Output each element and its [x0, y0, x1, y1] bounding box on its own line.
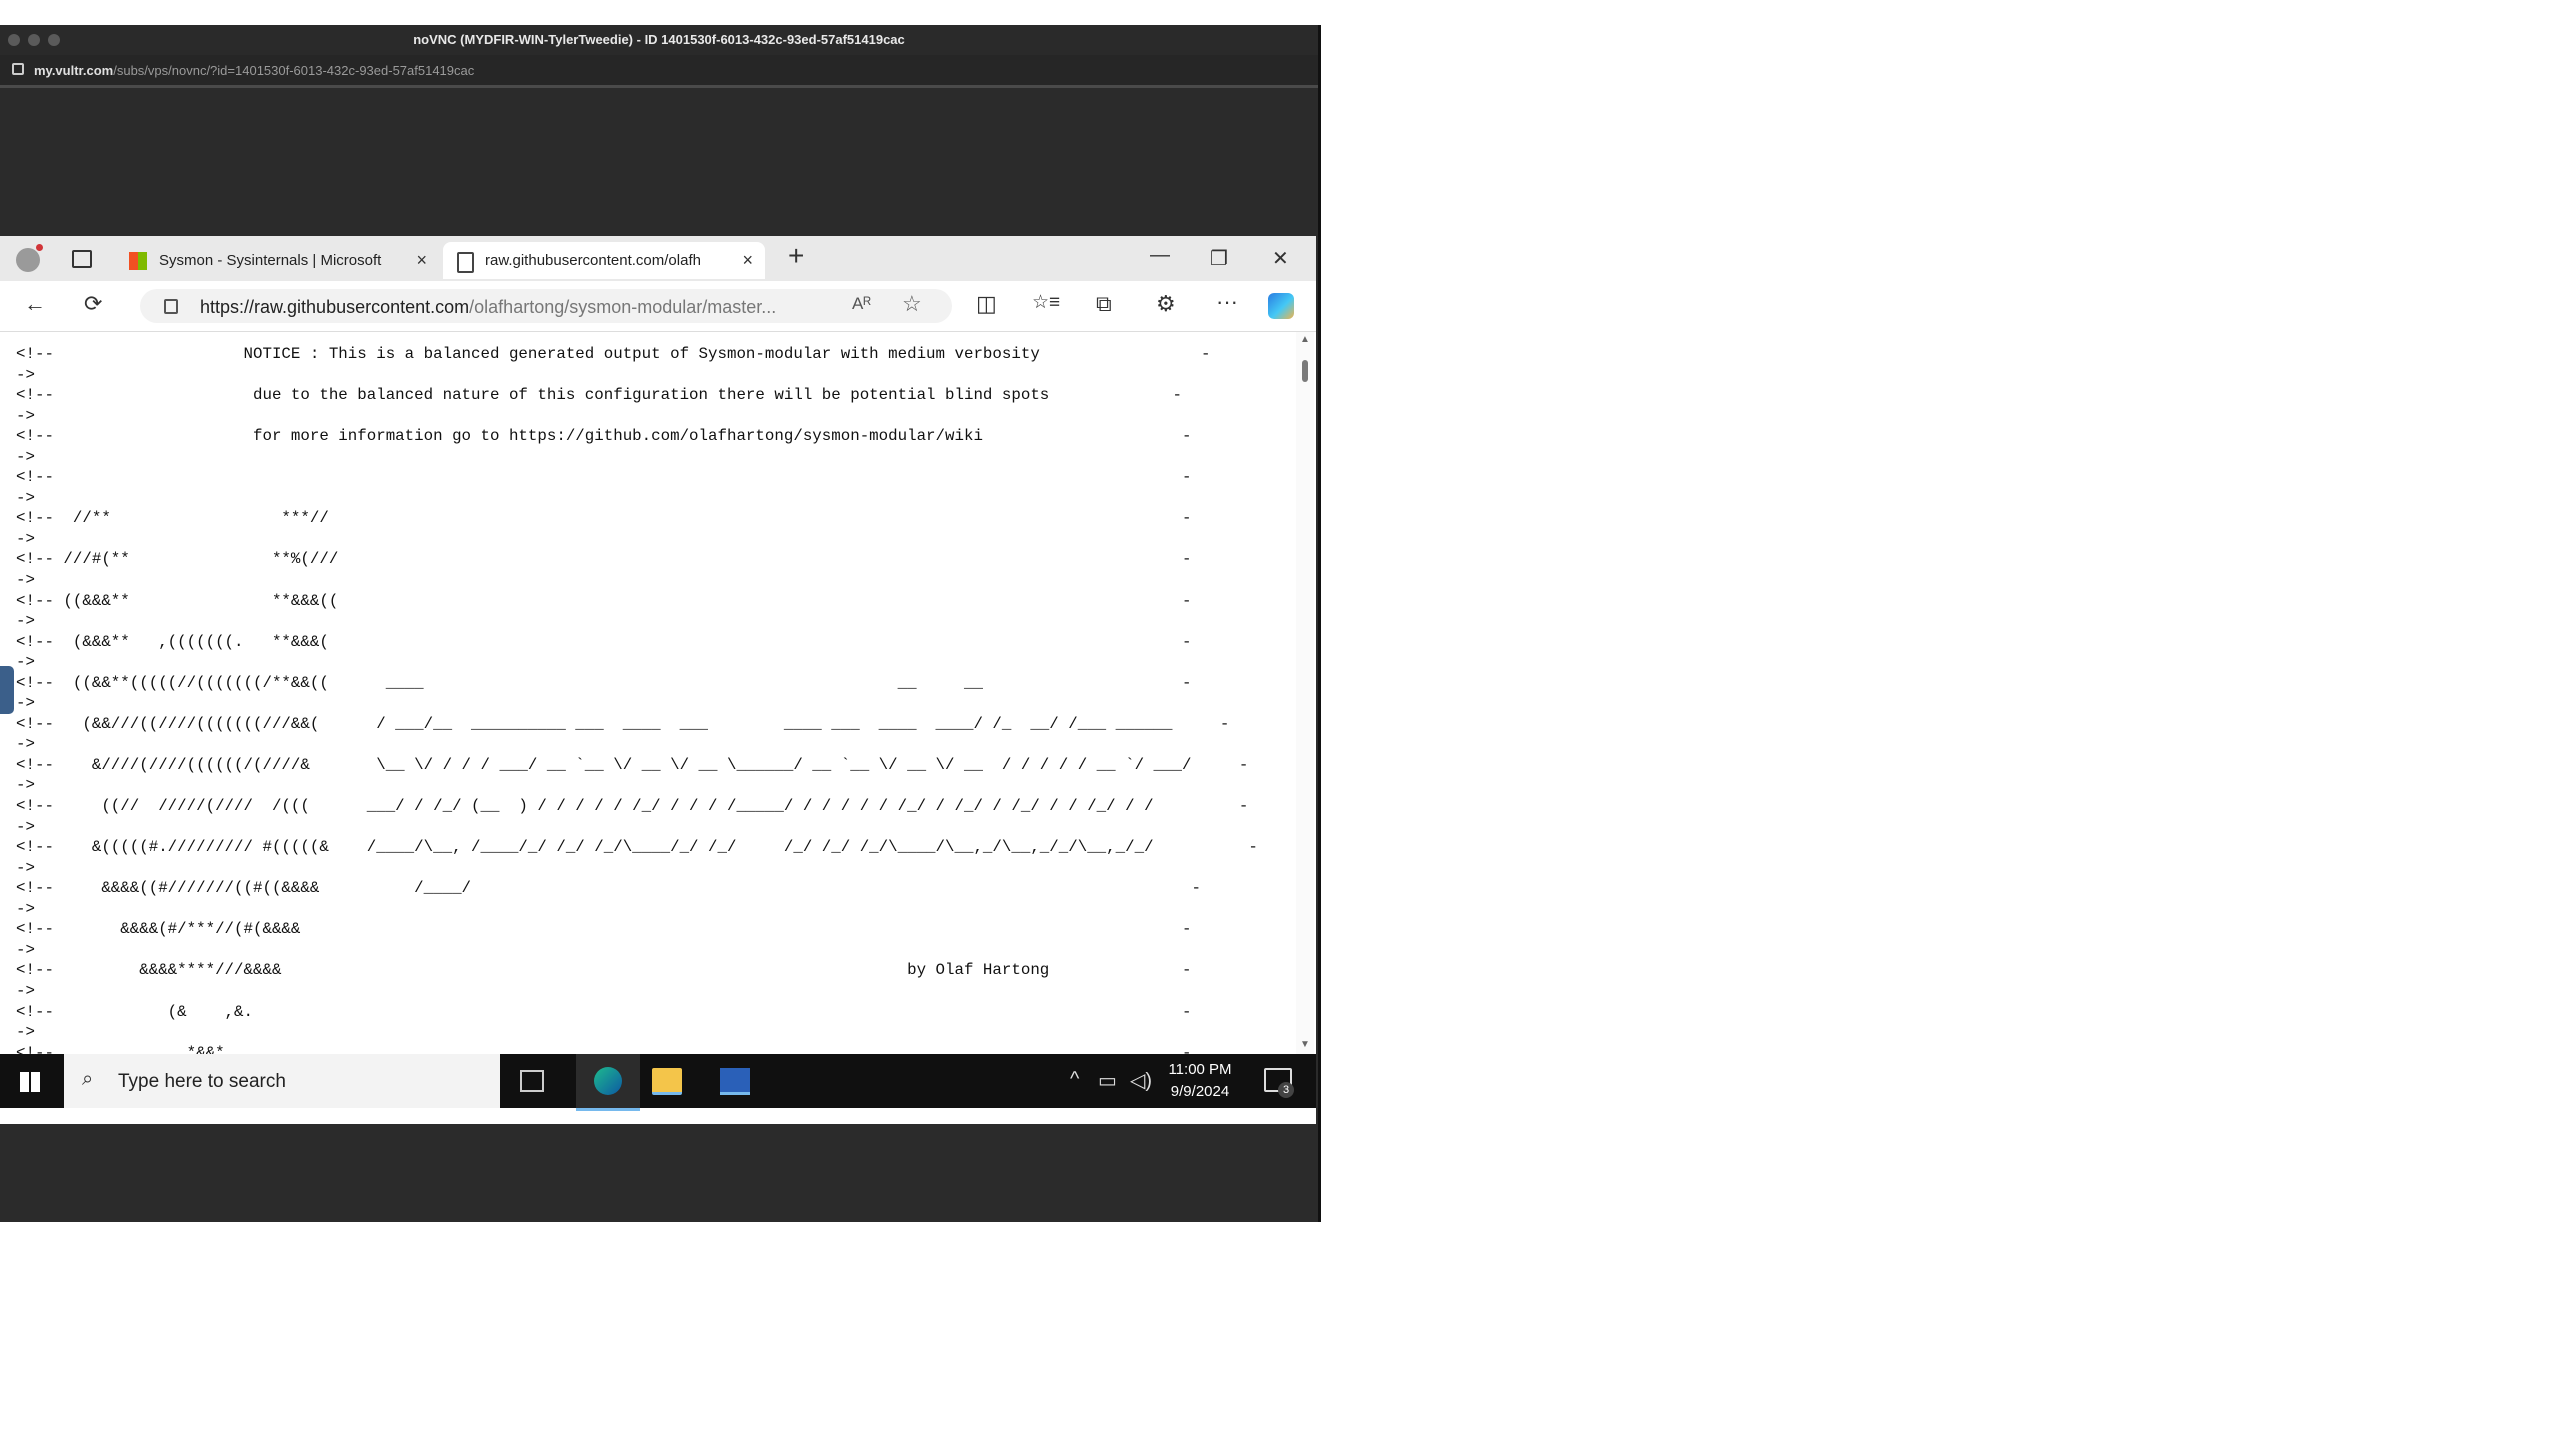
show-hidden-icons[interactable]: ^	[1070, 1068, 1079, 1091]
address-url[interactable]: https://raw.githubusercontent.com/olafha…	[200, 297, 776, 318]
search-placeholder: Type here to search	[118, 1071, 286, 1092]
code-line: ->	[16, 406, 35, 425]
code-line: ->	[16, 735, 35, 754]
code-line: <!-- NOTICE : This is a balanced generat…	[16, 345, 1211, 363]
close-browser-button[interactable]: ✕	[1272, 246, 1289, 271]
volume-icon[interactable]: ◁)	[1130, 1068, 1152, 1093]
code-line: <!-- ((&&**(((((//(((((((/**&&(( ____ __…	[16, 673, 1192, 692]
refresh-icon[interactable]: ⟳	[84, 291, 102, 317]
windows-taskbar: ⌕ Type here to search ^ ▭ ◁) 11:00 PM 9/…	[0, 1054, 1316, 1111]
copilot-icon[interactable]	[1268, 293, 1294, 319]
code-line: <!-- //** ***// -	[16, 509, 1192, 528]
host-url-bar[interactable]: my.vultr.com/subs/vps/novnc/?id=1401530f…	[0, 55, 1318, 88]
file-explorer-icon[interactable]	[652, 1068, 682, 1095]
scroll-up-icon[interactable]: ▲	[1300, 334, 1310, 345]
host-url-domain: my.vultr.com	[34, 63, 114, 78]
code-line: <!-- &&&&(#/***//(#(&&&& -	[16, 920, 1192, 939]
code-line: <!-- &&&&****///&&&& by Olaf Hartong -	[16, 961, 1192, 980]
close-tab-icon[interactable]: ×	[742, 250, 753, 271]
remote-desktop[interactable]: Sysmon - Sysinternals | Microsoft × raw.…	[0, 236, 1316, 1124]
code-line: ->	[16, 365, 35, 384]
code-line: <!-- (&&///((////(((((((///&&( / ___/__ …	[16, 714, 1230, 733]
code-line: <!-- (& ,&. -	[16, 1002, 1192, 1021]
favorites-icon[interactable]: ☆≡	[1032, 291, 1060, 314]
microsoft-logo-icon	[129, 252, 147, 270]
vnc-browser-window: noVNC (MYDFIR-WIN-TylerTweedie) - ID 140…	[0, 25, 1321, 1222]
back-icon[interactable]: ←	[24, 291, 46, 317]
tab-actions-icon[interactable]	[72, 250, 92, 268]
edge-tab-bar: Sysmon - Sysinternals | Microsoft × raw.…	[0, 236, 1316, 281]
code-line: ->	[16, 694, 35, 713]
read-aloud-icon[interactable]: Aᴿ	[852, 294, 871, 314]
split-screen-icon[interactable]: ◫	[976, 291, 997, 317]
vertical-scrollbar[interactable]: ▲ ▼	[1296, 332, 1314, 1054]
page-info-icon[interactable]	[164, 299, 178, 314]
code-line: <!-- for more information go to https://…	[16, 427, 1192, 446]
code-line: ->	[16, 571, 35, 590]
close-tab-icon[interactable]: ×	[416, 250, 427, 271]
code-line: <!-- ///#(** **%(/// -	[16, 550, 1192, 569]
code-line: <!-- *&&* -	[16, 1043, 1192, 1054]
page-icon	[457, 252, 474, 273]
code-line: <!-- &(((((#.///////// #(((((& /____/\__…	[16, 838, 1258, 857]
code-line: ->	[16, 488, 35, 507]
network-icon[interactable]: ▭	[1098, 1068, 1117, 1093]
code-line: ->	[16, 447, 35, 466]
vnc-canvas[interactable]: Sysmon - Sysinternals | Microsoft × raw.…	[0, 88, 1318, 1222]
code-line: ->	[16, 653, 35, 672]
extensions-icon[interactable]: ⚙	[1156, 291, 1176, 317]
task-view-icon[interactable]	[520, 1070, 544, 1092]
code-line: <!-- -	[16, 468, 1192, 487]
scroll-thumb[interactable]	[1302, 360, 1308, 382]
profile-alert-dot	[36, 244, 43, 251]
tab-sysmon[interactable]: Sysmon - Sysinternals | Microsoft ×	[117, 242, 439, 279]
novnc-control-handle[interactable]	[0, 666, 14, 714]
tab-label: raw.githubusercontent.com/olafh	[485, 252, 701, 269]
code-line: ->	[16, 899, 35, 918]
window-titlebar: noVNC (MYDFIR-WIN-TylerTweedie) - ID 140…	[0, 25, 1318, 56]
add-favorite-icon[interactable]: ☆	[902, 291, 922, 317]
window-title: noVNC (MYDFIR-WIN-TylerTweedie) - ID 140…	[413, 32, 905, 47]
lock-icon	[12, 63, 24, 75]
code-line: <!-- &&&&((#///////((#((&&&& /____/ -	[16, 879, 1201, 898]
scroll-down-icon[interactable]: ▼	[1300, 1039, 1310, 1050]
profile-avatar-icon[interactable]	[16, 248, 40, 272]
clock-date[interactable]: 9/9/2024	[1155, 1083, 1245, 1100]
code-line: ->	[16, 612, 35, 631]
address-url-host: https://raw.githubusercontent.com	[200, 297, 470, 317]
code-line: ->	[16, 981, 35, 1000]
address-bar[interactable]: https://raw.githubusercontent.com/olafha…	[140, 289, 952, 323]
code-line: <!-- (&&&** ,(((((((. **&&&( -	[16, 632, 1192, 651]
code-line: <!-- ((&&&** **&&&(( -	[16, 591, 1192, 610]
notification-badge: 3	[1278, 1082, 1294, 1098]
collections-icon[interactable]: ⧉	[1096, 291, 1112, 317]
host-url[interactable]: my.vultr.com/subs/vps/novnc/?id=1401530f…	[34, 63, 474, 78]
search-icon: ⌕	[82, 1068, 94, 1090]
host-url-path: /subs/vps/novnc/?id=1401530f-6013-432c-9…	[113, 63, 475, 78]
taskbar-search-box[interactable]: ⌕ Type here to search	[64, 1054, 500, 1108]
code-line: <!-- &////(////((((((/(////& \__ \/ / / …	[16, 755, 1249, 774]
restore-button[interactable]: ❐	[1210, 246, 1228, 271]
tab-label: Sysmon - Sysinternals | Microsoft	[159, 252, 382, 269]
powershell-icon[interactable]	[720, 1068, 750, 1095]
clock-time[interactable]: 11:00 PM	[1155, 1061, 1245, 1078]
raw-xml-text: <!-- NOTICE : This is a balanced generat…	[16, 344, 1258, 1054]
code-line: <!-- due to the balanced nature of this …	[16, 386, 1182, 405]
code-line: ->	[16, 858, 35, 877]
code-line: ->	[16, 940, 35, 959]
page-content[interactable]: <!-- NOTICE : This is a balanced generat…	[0, 332, 1316, 1054]
code-line: <!-- ((// /////(//// /((( ___/ / /_/ (__…	[16, 797, 1249, 816]
code-line: ->	[16, 776, 35, 795]
minimize-button[interactable]: —	[1150, 244, 1170, 267]
code-line: ->	[16, 1023, 35, 1042]
code-line: ->	[16, 817, 35, 836]
address-url-path: /olafhartong/sysmon-modular/master...	[469, 297, 777, 317]
edge-icon	[594, 1067, 622, 1095]
edge-toolbar: ← ⟳ https://raw.githubusercontent.com/ol…	[0, 281, 1316, 332]
more-icon[interactable]: ···	[1216, 289, 1238, 315]
tab-raw-github[interactable]: raw.githubusercontent.com/olafh ×	[443, 242, 765, 279]
start-icon[interactable]	[20, 1072, 40, 1092]
new-tab-button[interactable]: +	[788, 240, 804, 272]
code-line: ->	[16, 529, 35, 548]
